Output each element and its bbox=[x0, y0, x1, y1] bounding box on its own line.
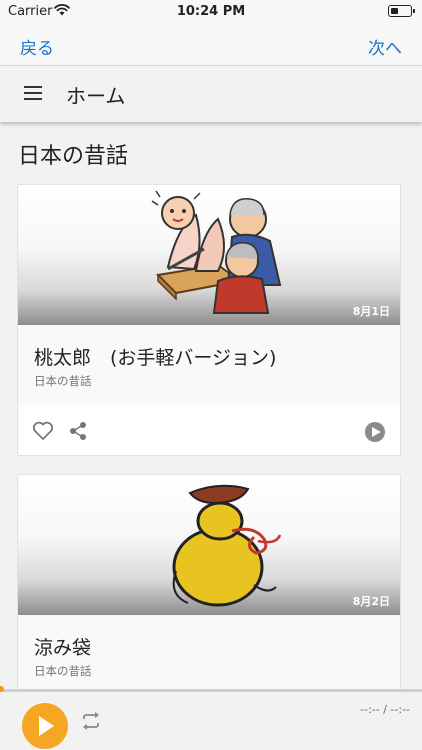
card-image[interactable]: 8月1日 bbox=[18, 185, 400, 325]
play-button[interactable] bbox=[22, 703, 68, 749]
card-title[interactable]: 桃太郎 (お手軽バージョン) bbox=[34, 343, 276, 370]
card-category: 日本の昔話 bbox=[34, 664, 92, 678]
momotaro-illustration bbox=[151, 190, 282, 314]
page-title: ホーム bbox=[66, 84, 126, 108]
section-title: 日本の昔話 bbox=[18, 144, 129, 169]
card-title[interactable]: 涼み袋 bbox=[34, 633, 91, 660]
story-card[interactable]: 8月1日 桃太郎 (お手軽バージョン) 日本の昔話 bbox=[17, 184, 401, 456]
status-bar: Carrier 10:24 PM bbox=[0, 0, 422, 24]
audio-player: --:-- / --:-- bbox=[0, 686, 422, 750]
story-card[interactable]: 8月2日 涼み袋 日本の昔話 bbox=[17, 474, 401, 714]
app-header: ホーム bbox=[0, 66, 422, 122]
gourd-illustration bbox=[172, 484, 282, 607]
progress-bar[interactable] bbox=[0, 686, 422, 692]
heart-icon[interactable] bbox=[32, 421, 54, 441]
card-category: 日本の昔話 bbox=[34, 374, 92, 388]
share-icon[interactable] bbox=[68, 421, 88, 441]
next-button[interactable]: 次へ bbox=[368, 34, 402, 59]
app-screen: Carrier 10:24 PM 戻る 次へ ホーム 日本の昔話 8月1日 桃太… bbox=[0, 0, 422, 750]
play-circle-icon[interactable] bbox=[364, 421, 386, 443]
repeat-icon[interactable] bbox=[80, 711, 102, 731]
hamburger-icon[interactable] bbox=[24, 86, 42, 100]
date-badge: 8月1日 bbox=[352, 305, 390, 318]
back-button[interactable]: 戻る bbox=[20, 34, 54, 59]
clock: 10:24 PM bbox=[176, 4, 246, 19]
navigation-bar: 戻る 次へ bbox=[0, 24, 422, 66]
card-image[interactable]: 8月2日 bbox=[18, 475, 400, 615]
time-display: --:-- / --:-- bbox=[360, 703, 410, 716]
progress-handle[interactable] bbox=[0, 686, 4, 692]
card-actions bbox=[18, 405, 400, 455]
play-icon bbox=[39, 716, 54, 736]
battery-icon bbox=[388, 5, 415, 17]
date-badge: 8月2日 bbox=[352, 595, 390, 608]
